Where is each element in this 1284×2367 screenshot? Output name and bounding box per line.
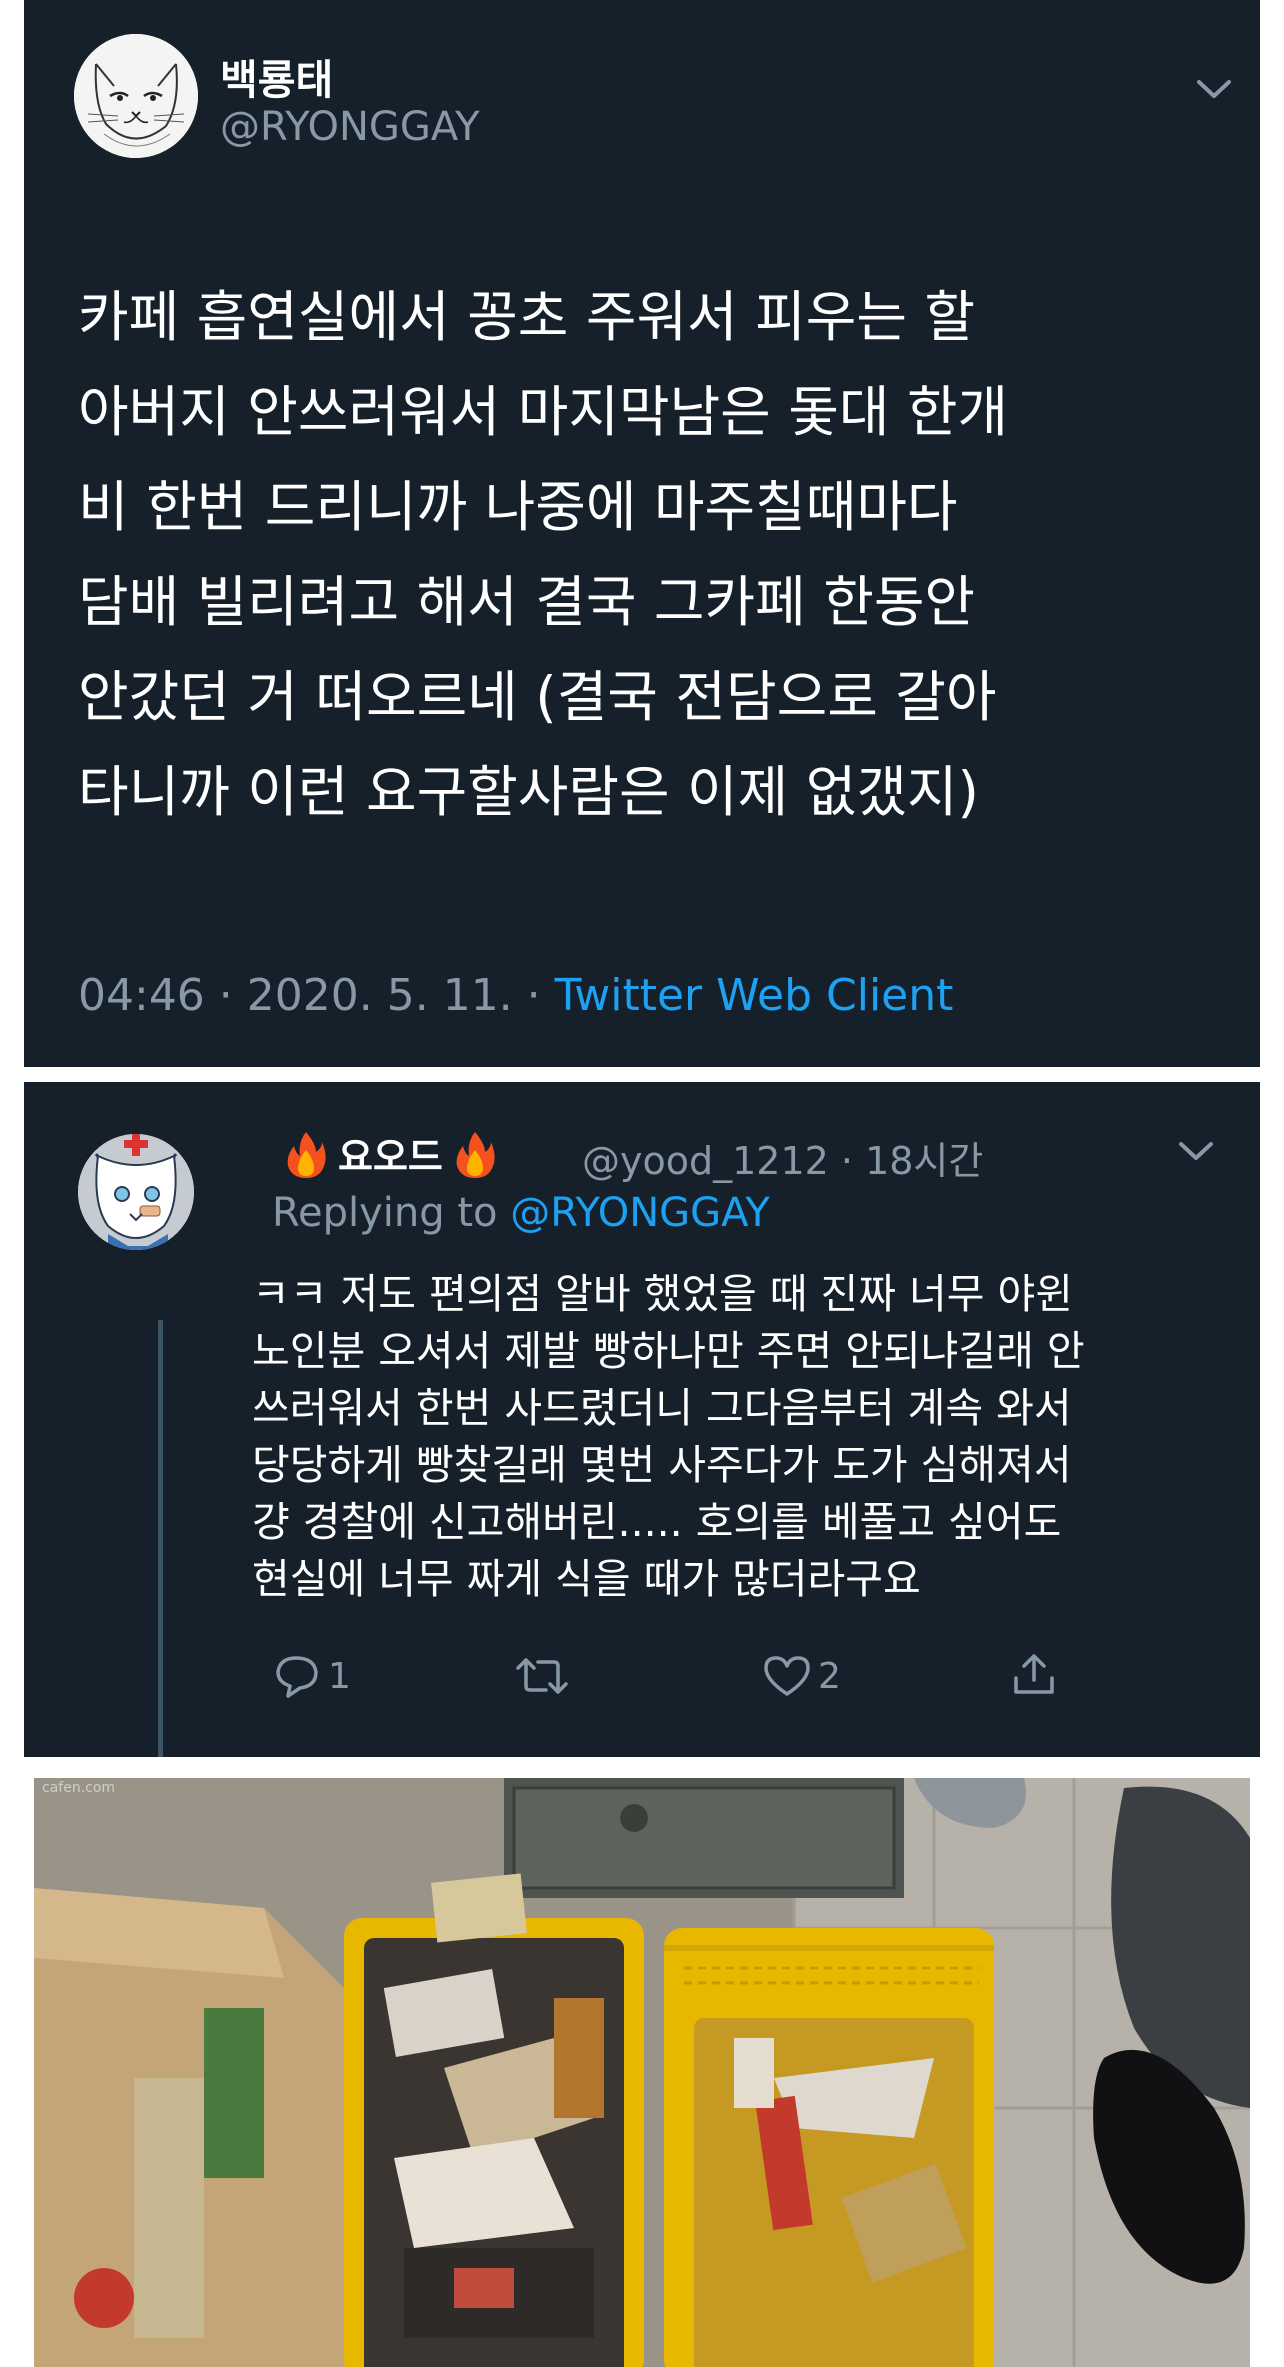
tweet-text-line: 안갔던 거 떠오르네 (결국 전담으로 갈아	[78, 665, 997, 729]
chevron-down-icon[interactable]	[1196, 78, 1232, 100]
reply-text-line: ㅋㅋ 저도 편의점 알바 했었을 때 진짜 너무 야윈	[252, 1270, 1073, 1318]
reply-text-line: 걍 경찰에 신고해버린..... 호의를 베풀고 싶어도	[252, 1498, 1062, 1546]
tweet-meta: 04:46 · 2020. 5. 11. · Twitter Web Clien…	[78, 970, 953, 1021]
tweet-time[interactable]: 04:46	[78, 970, 205, 1021]
reply-time-ago[interactable]: 18시간	[865, 1139, 983, 1183]
attached-photo[interactable]: cafen.com	[34, 1778, 1250, 2367]
white-wolf-icon	[78, 1134, 194, 1250]
tweet-text-line: 비 한번 드리니까 나중에 마주칠때마다	[78, 475, 958, 539]
tweet-text-line: 카페 흡연실에서 꽁초 주워서 피우는 할	[78, 285, 976, 349]
meta-separator: ·	[204, 970, 247, 1021]
reply-author-name[interactable]: 요오드	[338, 1126, 443, 1181]
share-action[interactable]	[1010, 1650, 1058, 1698]
meta-separator: ·	[828, 1139, 866, 1183]
photo-watermark: cafen.com	[42, 1780, 116, 1796]
reply-text-line: 당당하게 빵찾길래 몇번 사주다가 도가 심해져서	[252, 1441, 1072, 1489]
replying-to-handle[interactable]: @RYONGGAY	[510, 1190, 770, 1236]
like-count: 2	[818, 1655, 841, 1697]
tweet-text: 카페 흡연실에서 꽁초 주워서 피우는 할 아버지 안쓰러워서 마지막남은 돛대…	[78, 270, 1228, 840]
tweet-client-link[interactable]: Twitter Web Client	[555, 970, 954, 1021]
replying-to-line: Replying to @RYONGGAY	[272, 1190, 770, 1236]
replying-to-prefix: Replying to	[272, 1190, 511, 1236]
reply-text-line: 노인분 오셔서 제발 빵하나만 주면 안되냐길래 안	[252, 1327, 1085, 1375]
cat-avatar[interactable]	[74, 34, 198, 158]
reply-text: ㅋㅋ 저도 편의점 알바 했었을 때 진짜 너무 야윈 노인분 오셔서 제발 빵…	[252, 1266, 1252, 1608]
cat-sketch-icon	[74, 34, 198, 158]
tweet-text-line: 타니까 이런 요구할사람은 이제 없갰지)	[78, 760, 979, 824]
tweet-date[interactable]: 2020. 5. 11.	[247, 970, 513, 1021]
author-handle[interactable]: @RYONGGAY	[220, 104, 480, 150]
fire-icon	[286, 1130, 326, 1178]
reply-handle-time: @yood_1212 · 18시간	[582, 1130, 983, 1185]
thread-line	[158, 1320, 163, 1757]
reply-text-line: 현실에 너무 짜게 식을 때가 많더라구요	[252, 1555, 921, 1603]
reply-count: 1	[328, 1655, 351, 1697]
reply-text-line: 쓰러워서 한번 사드렸더니 그다음부터 계속 와서	[252, 1384, 1072, 1432]
chevron-down-icon[interactable]	[1178, 1140, 1214, 1162]
convenience-store-baskets-photo	[34, 1778, 1250, 2367]
meta-separator: ·	[512, 970, 555, 1021]
tweet-text-line: 담배 빌리려고 해서 결국 그카페 한동안	[78, 570, 976, 634]
share-icon	[1014, 1654, 1054, 1694]
like-action[interactable]: 2	[762, 1654, 841, 1698]
reply-author-handle[interactable]: @yood_1212	[582, 1139, 829, 1183]
reply-author-display-name[interactable]: 요오드	[286, 1126, 495, 1181]
tweet-text-line: 아버지 안쓰러워서 마지막남은 돛대 한개	[78, 380, 1009, 444]
reply-icon	[276, 1656, 318, 1698]
author-display-name[interactable]: 백룡태	[220, 46, 333, 106]
heart-icon	[764, 1656, 810, 1696]
retweet-icon	[516, 1658, 568, 1694]
retweet-action[interactable]	[514, 1656, 570, 1696]
main-tweet-card: 백룡태 @RYONGGAY 카페 흡연실에서 꽁초 주워서 피우는 할 아버지 …	[24, 0, 1260, 1067]
fire-icon	[455, 1130, 495, 1178]
wolf-avatar[interactable]	[78, 1134, 194, 1250]
reply-action[interactable]: 1	[274, 1654, 351, 1698]
